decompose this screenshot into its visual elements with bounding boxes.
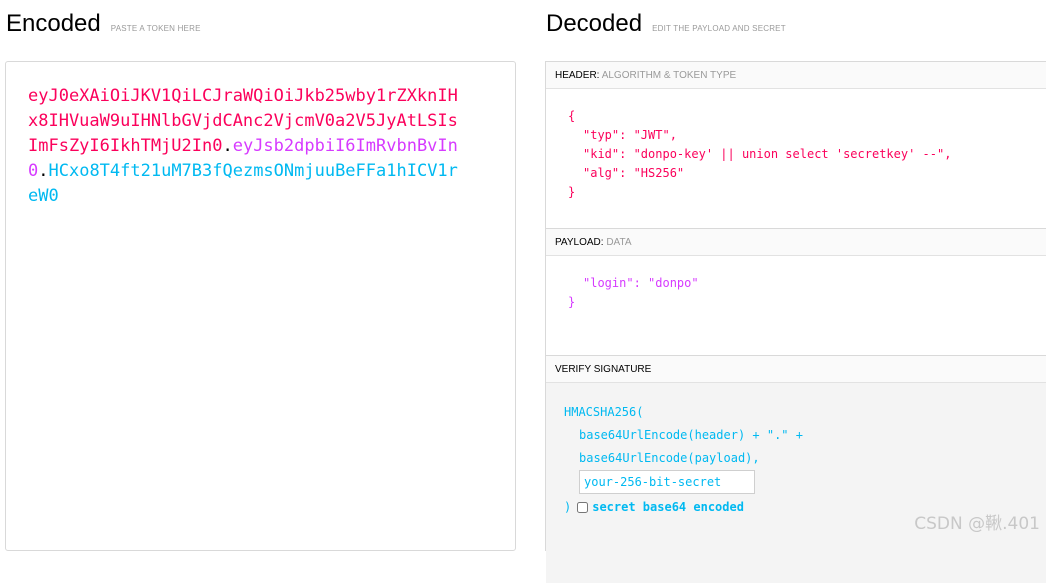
payload-json-editor[interactable]: "login": "donpo" } <box>546 256 1046 356</box>
verify-section-label: VERIFY SIGNATURE <box>555 364 651 375</box>
payload-login-line: "login": "donpo" <box>568 274 1046 293</box>
payload-section-title: PAYLOAD: DATA <box>546 229 1046 256</box>
verify-signature-body: HMACSHA256( base64UrlEncode(header) + ".… <box>546 383 1046 583</box>
payload-section-desc: DATA <box>606 237 631 248</box>
verify-section-title: VERIFY SIGNATURE <box>546 356 1046 383</box>
header-section-label: HEADER: <box>555 70 599 81</box>
hmac-function-open: HMACSHA256( <box>564 401 1046 424</box>
hmac-close-paren: ) <box>564 496 571 519</box>
payload-section-label: PAYLOAD: <box>555 237 604 248</box>
header-alg-line: "alg": "HS256" <box>568 164 1046 183</box>
encoded-title: Encoded <box>6 10 101 38</box>
secret-input[interactable] <box>579 470 755 494</box>
header-open-brace: { <box>568 107 1046 126</box>
header-kid-line: "kid": "donpo-key' || union select 'secr… <box>568 145 1046 164</box>
decoded-subtitle: EDIT THE PAYLOAD AND SECRET <box>652 24 786 33</box>
header-json-editor[interactable]: { "typ": "JWT", "kid": "donpo-key' || un… <box>546 89 1046 229</box>
header-close-brace: } <box>568 183 1046 202</box>
csdn-watermark: CSDN @鞦.401 <box>914 509 1040 534</box>
base64-label: secret base64 encoded <box>592 496 744 519</box>
decoded-title-group: Decoded EDIT THE PAYLOAD AND SECRET <box>546 10 786 38</box>
encoded-token-text[interactable]: eyJ0eXAiOiJKV1QiLCJraWQiOiJkb25wby1rZXkn… <box>28 84 468 209</box>
header-typ-line: "typ": "JWT", <box>568 126 1046 145</box>
hmac-payload-line: base64UrlEncode(payload), <box>564 447 1046 470</box>
encoded-subtitle: PASTE A TOKEN HERE <box>111 24 201 33</box>
encoded-token-editor[interactable]: eyJ0eXAiOiJKV1QiLCJraWQiOiJkb25wby1rZXkn… <box>5 61 516 551</box>
token-signature-part: HCxo8T4ft21uM7B3fQezmsONmjuuBeFFa1hICV1r… <box>28 161 458 206</box>
hmac-header-line: base64UrlEncode(header) + "." + <box>564 424 1046 447</box>
token-dot: . <box>38 161 48 181</box>
header-section-desc: ALGORITHM & TOKEN TYPE <box>602 70 736 81</box>
payload-close-brace: } <box>568 293 1046 312</box>
token-dot: . <box>222 136 232 156</box>
decoded-title: Decoded <box>546 10 642 38</box>
encoded-title-group: Encoded PASTE A TOKEN HERE <box>6 10 201 38</box>
base64-checkbox[interactable] <box>577 502 588 513</box>
header-section-title: HEADER: ALGORITHM & TOKEN TYPE <box>546 62 1046 89</box>
decoded-panel: HEADER: ALGORITHM & TOKEN TYPE { "typ": … <box>545 61 1046 551</box>
